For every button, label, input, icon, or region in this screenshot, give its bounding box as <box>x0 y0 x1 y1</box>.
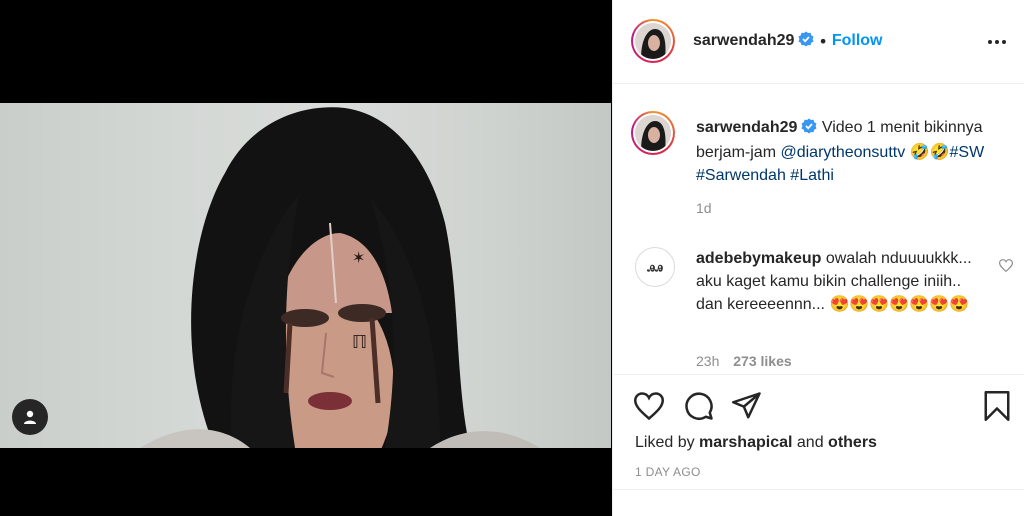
follow-button[interactable]: Follow <box>832 32 883 50</box>
share-button[interactable] <box>731 390 763 422</box>
comment-likes[interactable]: 273 likes <box>733 353 791 369</box>
bookmark-icon <box>984 391 1010 421</box>
svg-text:ℿ: ℿ <box>352 332 367 353</box>
comment-button[interactable] <box>683 390 715 422</box>
comment-meta: 23h 273 likes <box>696 353 792 369</box>
comment-icon <box>685 392 713 420</box>
commenter-avatar[interactable]: ꭿꭿ <box>635 247 675 287</box>
hashtag-sarwendah[interactable]: #Sarwendah <box>696 167 786 184</box>
liked-by-and: and <box>796 434 824 451</box>
video-still: ✶ ℿ <box>140 107 540 448</box>
comment-text: adebebymakeup owalah nduuuukkk... aku ka… <box>696 247 991 316</box>
media-area: ✶ ℿ <box>0 0 612 516</box>
avatar-image <box>635 23 671 59</box>
separator-dot: • <box>818 31 828 51</box>
comment-age[interactable]: 23h <box>696 353 719 369</box>
liked-by-others[interactable]: others <box>828 434 877 451</box>
caption-username[interactable]: sarwendah29 <box>696 119 797 136</box>
heart-icon <box>998 259 1014 273</box>
verified-badge-icon <box>798 31 814 51</box>
comments-section: sarwendah29 Video 1 menit bikinnya berja… <box>613 85 1024 375</box>
commenter-username[interactable]: adebebymakeup <box>696 250 821 267</box>
user-tag-button[interactable] <box>12 399 48 435</box>
post-side-panel: sarwendah29 • Follow sarwendah29 Video 1… <box>612 0 1024 516</box>
mention-link[interactable]: @diarytheonsuttv <box>780 144 905 161</box>
comment-like-button[interactable] <box>998 257 1014 276</box>
caption-text: sarwendah29 Video 1 menit bikinnya berja… <box>696 116 1014 187</box>
heart-icon <box>634 392 664 420</box>
person-icon <box>24 410 36 424</box>
like-button[interactable] <box>633 390 665 422</box>
more-options-button[interactable] <box>985 30 1009 54</box>
liked-by-user[interactable]: marshapical <box>699 434 792 451</box>
video-player[interactable]: ✶ ℿ <box>0 103 611 448</box>
more-horizontal-icon <box>988 40 1006 44</box>
caption-age[interactable]: 1d <box>696 200 712 216</box>
post-header: sarwendah29 • Follow <box>613 0 1024 84</box>
verified-badge-icon <box>801 118 817 141</box>
header-user-line: sarwendah29 • Follow <box>693 31 882 51</box>
hashtag-lathi[interactable]: #Lathi <box>790 167 834 184</box>
author-avatar[interactable] <box>631 19 675 63</box>
action-bar <box>613 385 1024 431</box>
hashtag-sw[interactable]: #SW <box>950 144 985 161</box>
send-icon <box>732 392 761 419</box>
comment-emoji: 😍😍😍😍😍😍😍 <box>829 296 969 313</box>
liked-by-line: Liked by marshapical and others <box>635 434 877 452</box>
caption-emoji: 🤣🤣 <box>909 144 950 161</box>
svg-text:✶: ✶ <box>352 248 365 267</box>
divider <box>613 489 1024 490</box>
avatar-image <box>635 115 671 151</box>
liked-by-prefix: Liked by <box>635 434 695 451</box>
author-username[interactable]: sarwendah29 <box>693 32 794 50</box>
save-button[interactable] <box>981 390 1013 422</box>
post-timestamp[interactable]: 1 DAY AGO <box>635 465 701 479</box>
caption-avatar[interactable] <box>631 111 675 155</box>
